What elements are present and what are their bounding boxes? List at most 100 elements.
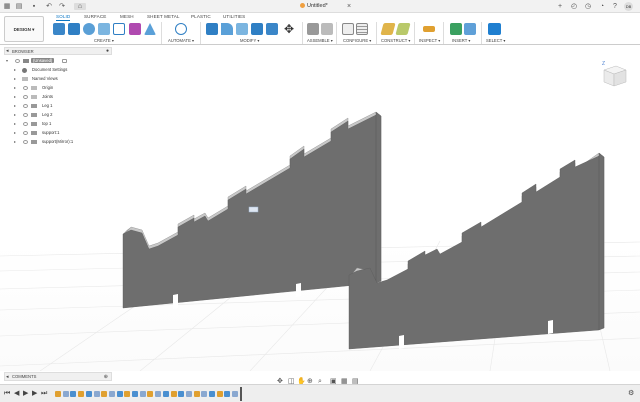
comments-panel[interactable]: ◂ COMMENTS ⊕ bbox=[4, 372, 112, 381]
timeline-feature-icon[interactable] bbox=[85, 391, 92, 397]
notifications-icon[interactable]: ◔ bbox=[598, 3, 606, 10]
insert-group-label[interactable]: INSERT ▾ bbox=[452, 38, 470, 43]
job-status-icon[interactable]: ◷ bbox=[584, 3, 592, 10]
last-icon[interactable]: ⏭ bbox=[41, 390, 47, 398]
prev-icon[interactable]: ◀ bbox=[14, 390, 19, 398]
timeline-feature-icon[interactable] bbox=[155, 391, 162, 397]
timeline-feature-icon[interactable] bbox=[101, 391, 108, 397]
play-icon[interactable]: ▶ bbox=[23, 390, 28, 398]
create-group-label[interactable]: CREATE ▾ bbox=[94, 38, 114, 43]
file-icon[interactable]: ▤ bbox=[15, 3, 23, 10]
browser-item-named-views[interactable]: ▸ Named Views bbox=[4, 75, 112, 83]
timeline-feature-icon[interactable] bbox=[185, 391, 192, 397]
automate-icon[interactable] bbox=[175, 23, 187, 35]
select-icon[interactable] bbox=[488, 23, 501, 35]
help-icon[interactable]: ? bbox=[611, 3, 619, 10]
assemble-group-label[interactable]: ASSEMBLE ▾ bbox=[307, 38, 333, 43]
timeline-feature-icon[interactable] bbox=[78, 391, 85, 397]
offset-plane-icon[interactable] bbox=[380, 23, 396, 35]
new-tab-icon[interactable]: + bbox=[556, 3, 564, 10]
visibility-eye-icon[interactable] bbox=[23, 140, 28, 144]
timeline-feature-icon[interactable] bbox=[209, 391, 215, 397]
browser-item-support-1[interactable]: ▸ support:1 bbox=[4, 129, 112, 137]
collapse-icon[interactable]: ◂ bbox=[6, 373, 9, 381]
browser-item-joints[interactable]: ▸ Joints bbox=[4, 93, 112, 101]
construct-group-label[interactable]: CONSTRUCT ▾ bbox=[381, 38, 410, 43]
browser-item-leg-2[interactable]: ▸ Leg 2 bbox=[4, 111, 112, 119]
expand-arrow-icon[interactable]: ▸ bbox=[14, 120, 16, 128]
browser-item-leg-1[interactable]: ▸ Leg 1 bbox=[4, 102, 112, 110]
save-icon[interactable]: ▪ bbox=[30, 3, 38, 10]
timeline-feature-icon[interactable] bbox=[147, 391, 154, 397]
timeline-feature-icon[interactable] bbox=[178, 391, 185, 397]
timeline-feature-icon[interactable] bbox=[132, 391, 138, 397]
combine-icon[interactable] bbox=[266, 23, 278, 35]
joint-icon[interactable] bbox=[307, 23, 319, 35]
visibility-eye-icon[interactable] bbox=[15, 59, 20, 63]
modify-group-label[interactable]: MODIFY ▾ bbox=[240, 38, 259, 43]
expand-arrow-icon[interactable]: ▾ bbox=[6, 57, 8, 65]
tab-sheet-metal[interactable]: SHEET METAL bbox=[147, 14, 180, 19]
extrude-icon[interactable] bbox=[68, 23, 80, 35]
visibility-eye-icon[interactable] bbox=[23, 95, 28, 99]
avatar[interactable]: DB bbox=[624, 2, 633, 11]
timeline-feature-icon[interactable] bbox=[116, 391, 123, 397]
table-icon[interactable] bbox=[356, 23, 368, 35]
expand-arrow-icon[interactable]: ▸ bbox=[14, 84, 16, 92]
timeline-marker[interactable] bbox=[240, 387, 242, 401]
timeline-feature-icon[interactable] bbox=[139, 391, 146, 397]
visibility-eye-icon[interactable] bbox=[23, 122, 28, 126]
new-component-icon[interactable] bbox=[53, 23, 65, 35]
expand-arrow-icon[interactable]: ▸ bbox=[14, 75, 16, 83]
insert-derive-icon[interactable] bbox=[450, 23, 462, 35]
move-icon[interactable]: ✥ bbox=[283, 23, 295, 35]
expand-arrow-icon[interactable]: ▸ bbox=[14, 102, 16, 110]
tab-utilities[interactable]: UTILITIES bbox=[223, 14, 245, 19]
support-part-right[interactable] bbox=[348, 152, 605, 350]
viewcube[interactable]: Z bbox=[598, 58, 630, 88]
tab-mesh[interactable]: MESH bbox=[120, 14, 134, 19]
browser-item-document-settings[interactable]: ▸ Document Settings bbox=[4, 66, 112, 74]
expand-arrow-icon[interactable]: ▸ bbox=[14, 93, 16, 101]
configure-icon[interactable] bbox=[342, 23, 354, 35]
timeline-feature-icon[interactable] bbox=[224, 391, 231, 397]
browser-item-origin[interactable]: ▸ Origin bbox=[4, 84, 112, 92]
timeline-feature-icon[interactable] bbox=[216, 391, 223, 397]
press-pull-icon[interactable] bbox=[206, 23, 218, 35]
expand-arrow-icon[interactable]: ▸ bbox=[14, 138, 16, 146]
redo-icon[interactable]: ↷ bbox=[58, 3, 66, 10]
measure-icon[interactable] bbox=[423, 26, 435, 32]
collapse-icon[interactable]: ◂ bbox=[6, 48, 9, 55]
undo-icon[interactable]: ↶ bbox=[45, 3, 53, 10]
box-icon[interactable] bbox=[113, 23, 125, 35]
select-group-label[interactable]: SELECT ▾ bbox=[486, 38, 505, 43]
expand-arrow-icon[interactable]: ▸ bbox=[14, 129, 16, 137]
tab-solid[interactable]: SOLID bbox=[56, 14, 71, 21]
visibility-eye-icon[interactable] bbox=[23, 131, 28, 135]
insert-image-icon[interactable] bbox=[464, 23, 476, 35]
expand-arrow-icon[interactable]: ▸ bbox=[14, 66, 16, 74]
activate-icon[interactable] bbox=[62, 59, 67, 63]
browser-root-row[interactable]: ▾ (Unsaved) bbox=[4, 57, 112, 65]
next-icon[interactable]: ▶ bbox=[32, 390, 37, 398]
close-tab-icon[interactable]: × bbox=[345, 3, 353, 10]
timeline-feature-icon[interactable] bbox=[124, 391, 131, 397]
timeline-feature-icon[interactable] bbox=[162, 391, 169, 397]
first-icon[interactable]: ⏮ bbox=[4, 390, 10, 398]
home-icon[interactable]: ⌂ bbox=[74, 3, 86, 10]
timeline-feature-icon[interactable] bbox=[70, 391, 77, 397]
pyramid-icon[interactable] bbox=[144, 23, 156, 35]
visibility-eye-icon[interactable] bbox=[23, 104, 28, 108]
timeline-feature-icon[interactable] bbox=[193, 391, 200, 397]
timeline-feature-icon[interactable] bbox=[232, 391, 239, 397]
timeline-feature-icon[interactable] bbox=[108, 391, 115, 397]
shell-icon[interactable] bbox=[251, 23, 263, 35]
form-icon[interactable] bbox=[129, 23, 141, 35]
timeline-feature-icon[interactable] bbox=[201, 391, 208, 397]
timeline-feature-icon[interactable] bbox=[62, 391, 69, 397]
visibility-eye-icon[interactable] bbox=[23, 86, 28, 90]
midplane-icon[interactable] bbox=[395, 23, 411, 35]
visibility-eye-icon[interactable] bbox=[23, 113, 28, 117]
app-menu-icon[interactable]: ▦ bbox=[3, 3, 11, 10]
automate-group-label[interactable]: AUTOMATE ▾ bbox=[168, 38, 194, 43]
